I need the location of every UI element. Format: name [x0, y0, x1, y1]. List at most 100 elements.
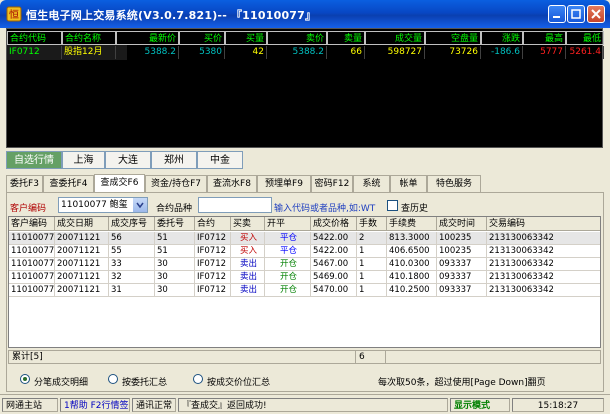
cell-trade-no: 32 — [109, 271, 155, 284]
status-mode[interactable]: 显示模式 — [450, 398, 510, 412]
col-contract[interactable]: 合约 — [195, 217, 231, 231]
market-tab-cffex[interactable]: 中金 — [197, 151, 243, 169]
radio-trade-detail[interactable] — [20, 374, 30, 384]
quote-col-bidvol[interactable]: 买量 — [225, 31, 267, 45]
radio-by-price[interactable] — [193, 374, 203, 384]
market-tab-watchlist[interactable]: 自选行情 — [6, 151, 62, 169]
tab-system[interactable]: 系统 — [353, 175, 390, 192]
cell-contract: IF0712 — [195, 271, 231, 284]
cell-date: 20071121 — [55, 271, 109, 284]
chevron-down-icon[interactable] — [133, 198, 147, 212]
cell-date: 20071121 — [55, 258, 109, 271]
cell-account: 11010077 — [9, 245, 55, 258]
cell-contract: IF0712 — [195, 258, 231, 271]
tab-statement[interactable]: 帐单 — [390, 175, 427, 192]
cell-time: 093337 — [437, 271, 487, 284]
quote-col-volume[interactable]: 成交量 — [365, 31, 425, 45]
summary-qty: 6 — [359, 352, 365, 362]
status-connection: 通讯正常 — [132, 398, 176, 412]
radio-by-price-label[interactable]: 按成交价位汇总 — [207, 375, 270, 388]
cell-order-no: 30 — [155, 258, 195, 271]
col-date[interactable]: 成交日期 — [55, 217, 109, 231]
tab-password[interactable]: 密码F12 — [311, 175, 353, 192]
cell-price: 5470.00 — [311, 284, 357, 297]
quote-col-code[interactable]: 合约代码 — [7, 31, 62, 45]
quote-col-last[interactable]: 最新价 — [116, 31, 179, 45]
col-qty[interactable]: 手数 — [357, 217, 387, 231]
quote-bid: 5380 — [179, 46, 225, 59]
cell-account: 11010077 — [9, 271, 55, 284]
cell-order-no: 51 — [155, 232, 195, 245]
minimize-button[interactable] — [548, 5, 566, 23]
col-order-no[interactable]: 委托号 — [155, 217, 195, 231]
col-fee[interactable]: 手续费 — [387, 217, 437, 231]
cell-price: 5422.00 — [311, 245, 357, 258]
close-button[interactable] — [587, 5, 605, 23]
cell-qty: 1 — [357, 258, 387, 271]
summary-separator — [385, 351, 386, 364]
tab-special-services[interactable]: 特色服务 — [427, 175, 481, 192]
quote-col-high[interactable]: 最高 — [523, 31, 566, 45]
account-select[interactable]: 11010077 鲍玺 — [58, 197, 148, 213]
col-trade-code[interactable]: 交易编码 — [487, 217, 600, 231]
col-offset[interactable]: 开平 — [265, 217, 311, 231]
close-icon — [591, 9, 601, 19]
cell-account: 11010077 — [9, 284, 55, 297]
cell-offset: 平仓 — [265, 245, 311, 258]
tab-query-orders[interactable]: 查委托F4 — [43, 175, 94, 192]
cell-price: 5469.00 — [311, 271, 357, 284]
cell-fee: 410.2500 — [387, 284, 437, 297]
market-tab-zhengzhou[interactable]: 郑州 — [151, 151, 197, 169]
col-trade-no[interactable]: 成交序号 — [109, 217, 155, 231]
cell-trade-no: 31 — [109, 284, 155, 297]
quote-change: -186.6 — [481, 46, 523, 59]
cell-fee: 410.0300 — [387, 258, 437, 271]
cell-order-no: 30 — [155, 271, 195, 284]
maximize-button[interactable] — [567, 5, 585, 23]
cell-trade-code: 213130063342 — [487, 271, 600, 284]
quote-col-bid[interactable]: 买价 — [179, 31, 225, 45]
col-side[interactable]: 买卖 — [231, 217, 265, 231]
cell-offset: 平仓 — [265, 232, 311, 245]
cell-qty: 2 — [357, 232, 387, 245]
history-checkbox[interactable] — [387, 200, 398, 211]
status-time: 15:18:27 — [512, 398, 604, 412]
contract-input[interactable] — [198, 197, 272, 213]
cell-date: 20071121 — [55, 232, 109, 245]
tab-pre-orders[interactable]: 预埋单F9 — [257, 175, 311, 192]
cell-trade-code: 213130063342 — [487, 284, 600, 297]
quote-bid-vol: 42 — [225, 46, 267, 59]
cell-price: 5422.00 — [311, 232, 357, 245]
quote-col-name[interactable]: 合约名称 — [62, 31, 116, 45]
tab-query-trades[interactable]: 查成交F6 — [94, 174, 145, 193]
status-message: 『查成交』返回成功! — [178, 398, 448, 412]
market-tab-shanghai[interactable]: 上海 — [62, 151, 105, 169]
tab-order[interactable]: 委托F3 — [6, 175, 43, 192]
market-tab-dalian[interactable]: 大连 — [105, 151, 151, 169]
tab-funds-positions[interactable]: 资金/持仓F7 — [145, 175, 207, 192]
trades-table[interactable]: 客户编码 成交日期 成交序号 委托号 合约 买卖 开平 成交价格 手数 手续费 … — [8, 216, 601, 348]
quote-board[interactable]: 合约代码 合约名称 最新价 买价 买量 卖价 卖量 成交量 空盘量 涨跌 最高 … — [6, 28, 604, 148]
col-account[interactable]: 客户编码 — [9, 217, 55, 231]
radio-by-order-label[interactable]: 按委托汇总 — [122, 375, 167, 388]
quote-name: 股指12月 — [62, 46, 116, 59]
radio-by-order[interactable] — [108, 374, 118, 384]
quote-col-oi[interactable]: 空盘量 — [425, 31, 481, 45]
cell-date: 20071121 — [55, 284, 109, 297]
status-help[interactable]: 1帮助 F2行情签 — [60, 398, 130, 412]
cell-offset: 开仓 — [265, 258, 311, 271]
cell-fee: 406.6500 — [387, 245, 437, 258]
history-label[interactable]: 查历史 — [401, 201, 428, 214]
col-price[interactable]: 成交价格 — [311, 217, 357, 231]
quote-col-low[interactable]: 最低 — [566, 31, 604, 45]
cell-account: 11010077 — [9, 232, 55, 245]
col-time[interactable]: 成交时间 — [437, 217, 487, 231]
tab-query-flow[interactable]: 查流水F8 — [207, 175, 257, 192]
cell-contract: IF0712 — [195, 245, 231, 258]
radio-trade-detail-label[interactable]: 分笔成交明细 — [34, 375, 88, 388]
quote-col-askvol[interactable]: 卖量 — [327, 31, 365, 45]
cell-contract: IF0712 — [195, 232, 231, 245]
quote-col-ask[interactable]: 卖价 — [267, 31, 327, 45]
quote-last: 5388.2 — [116, 46, 179, 59]
quote-col-change[interactable]: 涨跌 — [481, 31, 523, 45]
